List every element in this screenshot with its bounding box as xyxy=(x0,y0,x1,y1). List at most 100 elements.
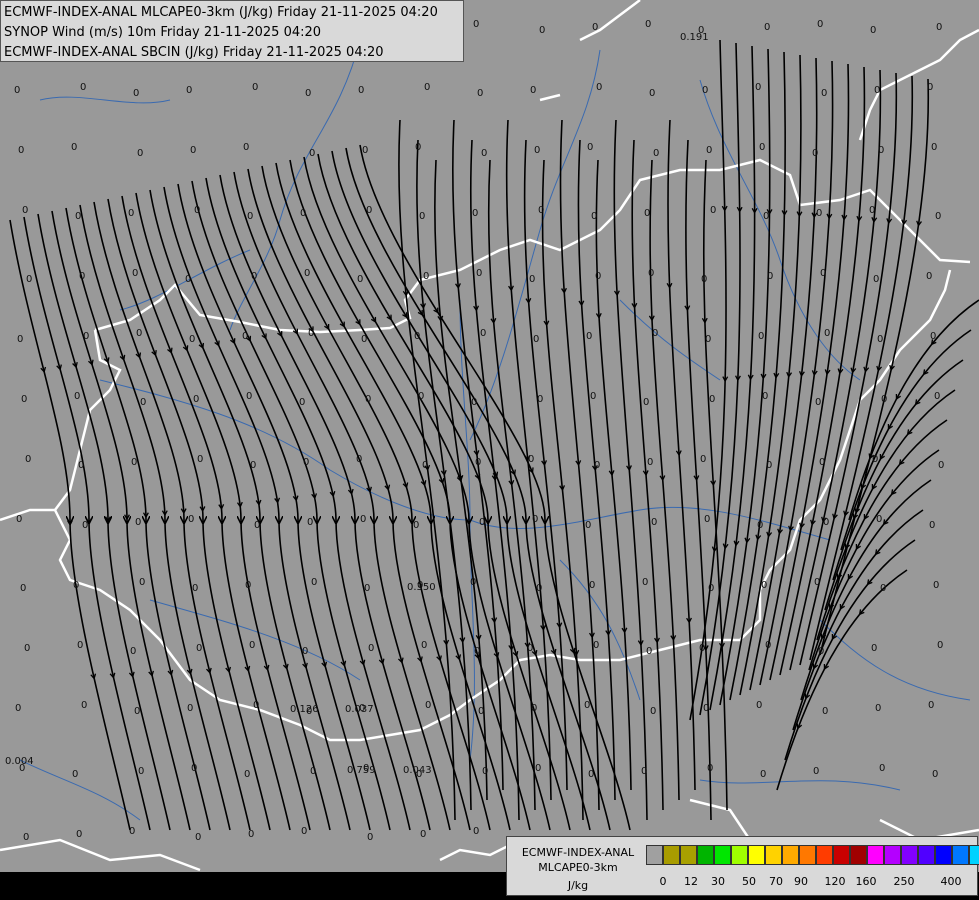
legend-title: ECMWF-INDEX-ANAL MLCAPE0-3km xyxy=(511,845,645,875)
station-value: 0 xyxy=(585,520,591,531)
station-value: 0 xyxy=(193,394,199,405)
station-value: 0 xyxy=(301,826,307,837)
station-value: 0 xyxy=(643,397,649,408)
legend-tick-label: 250 xyxy=(893,875,915,888)
station-value: 0 xyxy=(310,766,316,777)
station-value: 0 xyxy=(878,145,884,156)
station-value: 0 xyxy=(645,19,651,30)
station-value: 0 xyxy=(929,520,935,531)
legend-swatch xyxy=(680,845,697,865)
station-value: 0 xyxy=(253,700,259,711)
station-value: 0 xyxy=(137,148,143,159)
station-value: 0 xyxy=(302,646,308,657)
legend-tick-label: 0 xyxy=(659,875,667,888)
station-value: 0 xyxy=(140,397,146,408)
station-value: 0 xyxy=(539,25,545,36)
station-value: 0 xyxy=(367,832,373,843)
color-legend: ECMWF-INDEX-ANAL MLCAPE0-3km J/kg 0 12 30 5… xyxy=(506,836,979,896)
legend-swatch xyxy=(884,845,901,865)
station-value: 0 xyxy=(424,82,430,93)
station-value: 0 xyxy=(527,643,533,654)
station-value: 0 xyxy=(247,211,253,222)
station-value: 0 xyxy=(937,640,943,651)
station-value: 0 xyxy=(705,334,711,345)
legend-tick-label: 30 xyxy=(711,875,725,888)
legend-swatch xyxy=(901,845,918,865)
station-value: 0 xyxy=(82,520,88,531)
station-value: 0 xyxy=(932,769,938,780)
station-value: 0 xyxy=(470,577,476,588)
station-value: 0 xyxy=(303,457,309,468)
station-value: 0 xyxy=(816,208,822,219)
station-value: 0 xyxy=(419,211,425,222)
station-value: 0 xyxy=(413,520,419,531)
station-value: 0 xyxy=(533,334,539,345)
station-value: 0 xyxy=(196,643,202,654)
station-value: 0 xyxy=(304,268,310,279)
station-value: 0 xyxy=(356,454,362,465)
station-value: 0 xyxy=(701,274,707,285)
station-value: 0 xyxy=(135,517,141,528)
station-value: 0 xyxy=(586,331,592,342)
station-value: 0 xyxy=(760,769,766,780)
station-value: 0 xyxy=(708,583,714,594)
station-value: 0 xyxy=(481,148,487,159)
legend-swatch xyxy=(935,845,952,865)
legend-swatch xyxy=(765,845,782,865)
station-value: 0 xyxy=(478,706,484,717)
station-value: 0 xyxy=(700,454,706,465)
station-value: 0 xyxy=(185,274,191,285)
station-value: 0 xyxy=(763,211,769,222)
legend-tick-label: 90 xyxy=(794,875,808,888)
station-value: 0 xyxy=(584,700,590,711)
station-value: 0 xyxy=(823,517,829,528)
station-value: 0 xyxy=(246,391,252,402)
station-value: 0 xyxy=(251,271,257,282)
station-value: 0 xyxy=(139,577,145,588)
station-value: 0 xyxy=(537,394,543,405)
station-value: 0 xyxy=(757,520,763,531)
station-value: 0 xyxy=(871,643,877,654)
station-value: 0 xyxy=(189,334,195,345)
station-value: 0 xyxy=(535,763,541,774)
station-value: 0 xyxy=(15,703,21,714)
station-value: 0 xyxy=(418,391,424,402)
station-value: 0 xyxy=(813,766,819,777)
station-value: 0 xyxy=(538,205,544,216)
station-value: 0 xyxy=(473,19,479,30)
title-line-sbcin: ECMWF-INDEX-ANAL SBCIN (J/kg) Friday 21-… xyxy=(4,45,384,60)
station-value: 0 xyxy=(422,460,428,471)
station-value: 0 xyxy=(762,391,768,402)
station-value: 0 xyxy=(706,145,712,156)
station-value: 0 xyxy=(815,397,821,408)
station-value: 0 xyxy=(132,268,138,279)
station-value: 0 xyxy=(648,268,654,279)
station-value: 0 xyxy=(480,328,486,339)
station-value: 0 xyxy=(931,142,937,153)
station-value: 0 xyxy=(130,646,136,657)
station-value: 0 xyxy=(702,85,708,96)
station-value: 0 xyxy=(308,328,314,339)
station-value: 0 xyxy=(186,85,192,96)
legend-swatch xyxy=(663,845,680,865)
station-value: 0 xyxy=(646,646,652,657)
weather-map[interactable]: 0 0 0 0 0 0 0 0 0 0 0 0 0 0 0 0 0 0 0 0 0 0 0 0 0 0 0 0 0 0 0 0 0 0 0 0 0 0 0 0… xyxy=(0,0,979,900)
station-value: 0 xyxy=(305,88,311,99)
station-value: 0 xyxy=(71,142,77,153)
station-value: 0 xyxy=(644,208,650,219)
legend-swatch xyxy=(748,845,765,865)
station-value: 0 xyxy=(360,514,366,525)
station-value: 0 xyxy=(766,460,772,471)
station-value: 0 xyxy=(874,85,880,96)
station-value: 0 xyxy=(812,148,818,159)
station-value: 0 xyxy=(358,85,364,96)
station-value: 0 xyxy=(425,700,431,711)
station-value: 0 xyxy=(128,208,134,219)
station-value: 0 xyxy=(136,328,142,339)
station-value: 0 xyxy=(249,640,255,651)
station-value: 0 xyxy=(243,142,249,153)
legend-swatch xyxy=(646,845,663,865)
station-value: 0 xyxy=(652,328,658,339)
legend-swatch xyxy=(799,845,816,865)
station-value: 0 xyxy=(589,580,595,591)
